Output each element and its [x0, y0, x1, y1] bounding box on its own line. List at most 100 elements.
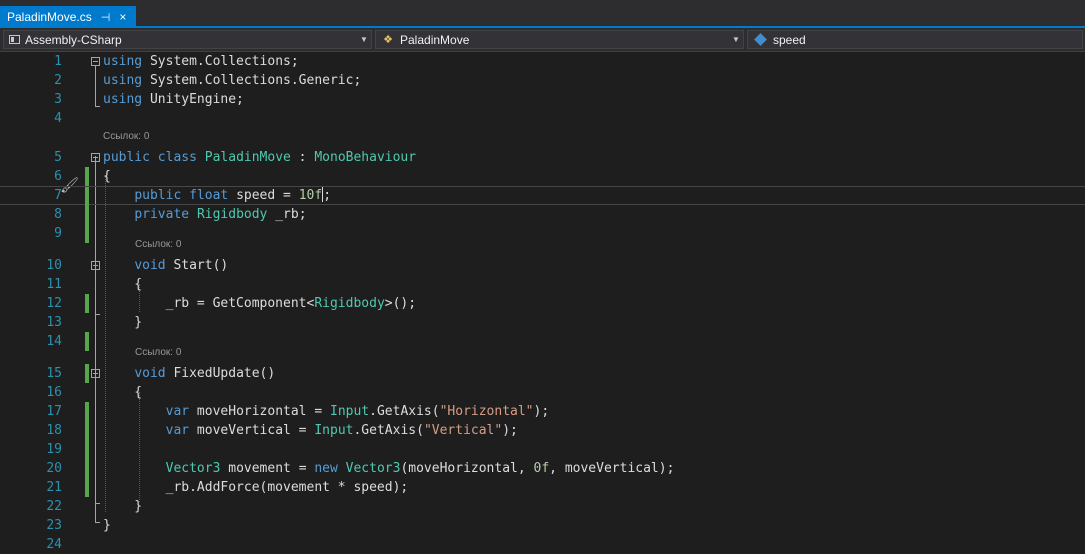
code-line[interactable]: 10 void Start() — [0, 256, 1085, 275]
code-token: { — [103, 169, 111, 184]
code-line[interactable]: 7 public float speed = 10f; — [0, 186, 1085, 206]
code-text: } — [103, 313, 142, 332]
tab-paladinmove-cs[interactable]: PaladinMove.cs ⊣ × — [0, 6, 136, 28]
line-number: 4 — [54, 111, 62, 126]
code-token: } — [103, 315, 143, 330]
change-marker — [85, 478, 89, 497]
code-line[interactable]: 16 { — [0, 383, 1085, 402]
code-token: movement = — [220, 461, 315, 476]
code-editor[interactable]: 🖌 Ссылок: 0 Ссылок: 0 Ссылок: 0 1 using Syst… — [0, 52, 1085, 552]
code-token: _rb.AddForce(movement * speed); — [103, 480, 409, 495]
code-line[interactable]: 9 — [0, 224, 1085, 243]
code-token: var — [165, 423, 190, 438]
code-token: Input — [330, 404, 370, 419]
code-token: Rigidbody — [314, 296, 385, 311]
code-line[interactable]: 24 — [0, 535, 1085, 554]
code-token: Input — [314, 423, 354, 438]
code-line[interactable]: 15 void FixedUpdate() — [0, 364, 1085, 383]
code-token: Rigidbody — [196, 207, 268, 222]
type-dropdown[interactable]: ❖ PaladinMove ▼ — [375, 30, 744, 49]
code-token: moveHorizontal = — [189, 404, 330, 419]
code-token: PaladinMove — [204, 150, 291, 165]
code-token: _rb = GetComponent< — [103, 296, 315, 311]
code-token: Vector3 — [345, 461, 401, 476]
chevron-down-icon: ▼ — [360, 35, 368, 44]
code-token: Start() — [165, 258, 229, 273]
line-number: 1 — [54, 54, 62, 69]
line-number: 3 — [54, 92, 62, 107]
code-lens-references[interactable]: Ссылок: 0 — [103, 129, 149, 144]
project-icon — [9, 35, 20, 44]
change-marker — [85, 167, 89, 186]
code-line[interactable]: 11 { — [0, 275, 1085, 294]
code-text: void FixedUpdate() — [103, 364, 275, 383]
line-number: 6 — [54, 169, 62, 184]
collapse-icon[interactable] — [91, 57, 100, 66]
code-line[interactable]: 23} — [0, 516, 1085, 535]
line-number: 18 — [46, 423, 62, 438]
code-token: moveVertical = — [189, 423, 315, 438]
field-icon — [754, 33, 767, 46]
collapse-icon[interactable] — [91, 369, 100, 378]
code-line[interactable]: 1 using System.Collections; — [0, 52, 1085, 71]
code-line[interactable]: 5 public class PaladinMove : MonoBehaviou… — [0, 148, 1085, 167]
code-text: _rb.AddForce(movement * speed); — [103, 478, 409, 497]
code-token: using — [103, 54, 143, 69]
change-marker — [85, 294, 89, 313]
code-token: , moveVertical); — [549, 461, 675, 476]
line-number: 12 — [46, 296, 62, 311]
collapse-icon[interactable] — [91, 261, 100, 270]
code-line[interactable]: 14 — [0, 332, 1085, 351]
line-number: 16 — [46, 385, 62, 400]
code-token: class — [157, 150, 197, 165]
code-text: private Rigidbody _rb; — [103, 205, 306, 224]
code-text: Vector3 movement = new Vector3(moveHoriz… — [103, 459, 675, 478]
code-line[interactable]: 6{ — [0, 167, 1085, 186]
collapse-icon[interactable] — [91, 153, 100, 162]
code-text: var moveVertical = Input.GetAxis("Vertic… — [103, 421, 518, 440]
code-text: public float speed = 10f; — [103, 186, 331, 205]
code-token: public — [103, 150, 150, 165]
code-token: "Vertical" — [423, 423, 503, 438]
code-text: public class PaladinMove : MonoBehaviour — [103, 148, 416, 167]
code-token: { — [103, 385, 143, 400]
code-token: var — [165, 404, 190, 419]
change-marker — [85, 187, 89, 206]
code-line[interactable]: 21 _rb.AddForce(movement * speed); — [0, 478, 1085, 497]
code-line[interactable]: 19 — [0, 440, 1085, 459]
code-line[interactable]: 12 _rb = GetComponent<Rigidbody>(); — [0, 294, 1085, 313]
member-dropdown[interactable]: speed — [747, 30, 1083, 49]
close-icon[interactable]: × — [119, 10, 126, 24]
change-marker — [85, 205, 89, 224]
code-line[interactable]: 20 Vector3 movement = new Vector3(moveHo… — [0, 459, 1085, 478]
code-line[interactable]: 22 } — [0, 497, 1085, 516]
code-token: System.Collections; — [142, 54, 299, 69]
line-number: 21 — [46, 480, 62, 495]
code-line[interactable]: 18 var moveVertical = Input.GetAxis("Ver… — [0, 421, 1085, 440]
project-dropdown[interactable]: Assembly-CSharp ▼ — [3, 30, 372, 49]
line-number: 19 — [46, 442, 62, 457]
code-line[interactable]: 4 — [0, 109, 1085, 128]
code-line[interactable]: 8 private Rigidbody _rb; — [0, 205, 1085, 224]
code-token: ); — [533, 404, 550, 419]
line-number: 22 — [46, 499, 62, 514]
line-number: 9 — [54, 226, 62, 241]
code-line[interactable]: 13 } — [0, 313, 1085, 332]
code-token: new — [314, 461, 338, 476]
code-line[interactable]: 2 using System.Collections.Generic; — [0, 71, 1085, 90]
code-text: } — [103, 497, 142, 516]
code-line[interactable]: 17 var moveHorizontal = Input.GetAxis("H… — [0, 402, 1085, 421]
pin-icon[interactable]: ⊣ — [101, 11, 111, 24]
line-number: 24 — [46, 537, 62, 552]
project-dropdown-label: Assembly-CSharp — [25, 32, 122, 47]
code-line[interactable]: 3 using UnityEngine; — [0, 90, 1085, 109]
code-token: FixedUpdate() — [165, 366, 276, 381]
code-token: private — [134, 207, 190, 222]
class-icon: ❖ — [383, 33, 393, 46]
